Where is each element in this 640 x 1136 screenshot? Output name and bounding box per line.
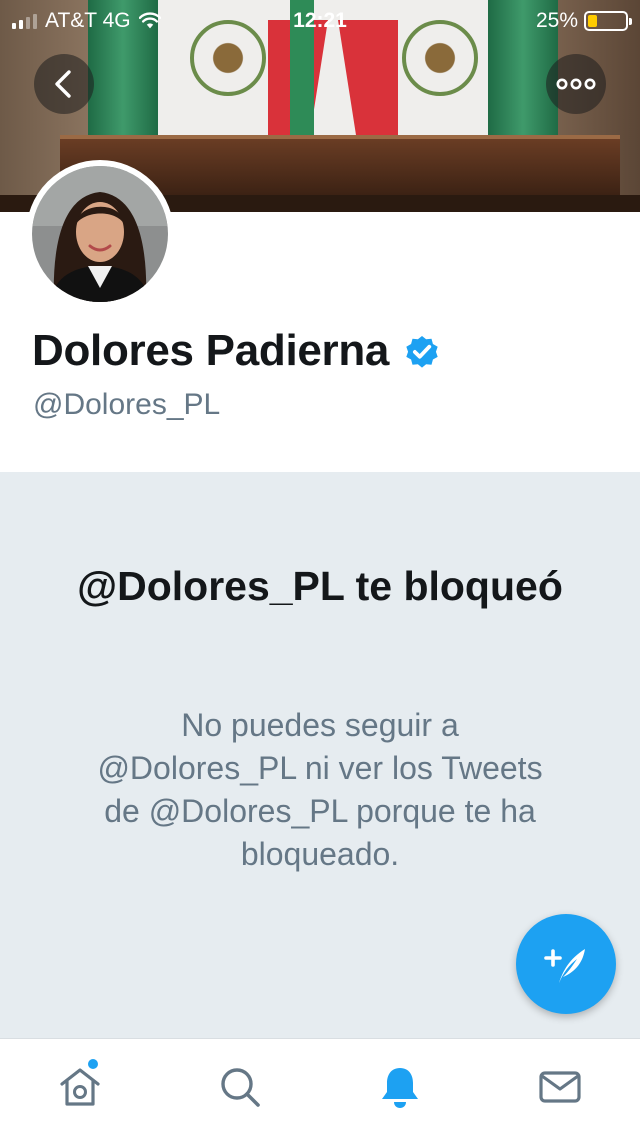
- blocked-title: @Dolores_PL te bloqueó: [77, 563, 563, 609]
- avatar[interactable]: [26, 160, 174, 308]
- blocked-message: No puedes seguir a @Dolores_PL ni ver lo…: [97, 707, 543, 872]
- back-button[interactable]: [34, 54, 94, 114]
- profile-name: Dolores Padierna: [32, 326, 441, 376]
- profile-handle: @Dolores_PL: [33, 388, 221, 421]
- bell-icon: [382, 1068, 418, 1108]
- tab-home[interactable]: [50, 1057, 110, 1117]
- compose-tweet-icon: [544, 949, 585, 983]
- more-options-button[interactable]: [546, 54, 606, 114]
- status-bar: AT&T 4G 12:21 25%: [0, 0, 640, 40]
- tab-messages[interactable]: [530, 1057, 590, 1117]
- search-icon: [221, 1068, 260, 1107]
- chevron-left-icon: [55, 70, 71, 98]
- tab-notifications[interactable]: [370, 1057, 430, 1117]
- more-icon: [556, 78, 596, 90]
- battery-fill: [588, 15, 597, 27]
- tab-bar: [0, 1038, 640, 1136]
- avatar-photo: [32, 166, 168, 302]
- tab-search[interactable]: [210, 1057, 270, 1117]
- battery-group: 25%: [535, 9, 632, 33]
- verified-badge-icon: [406, 335, 438, 368]
- compose-tweet-button[interactable]: [516, 914, 616, 1014]
- profile-name-text: Dolores Padierna: [32, 326, 390, 375]
- battery-percent: 25%: [535, 9, 578, 32]
- mail-icon: [539, 1071, 581, 1103]
- battery-icon: [584, 11, 632, 31]
- home-icon: [60, 1068, 100, 1106]
- home-notification-dot: [88, 1059, 98, 1069]
